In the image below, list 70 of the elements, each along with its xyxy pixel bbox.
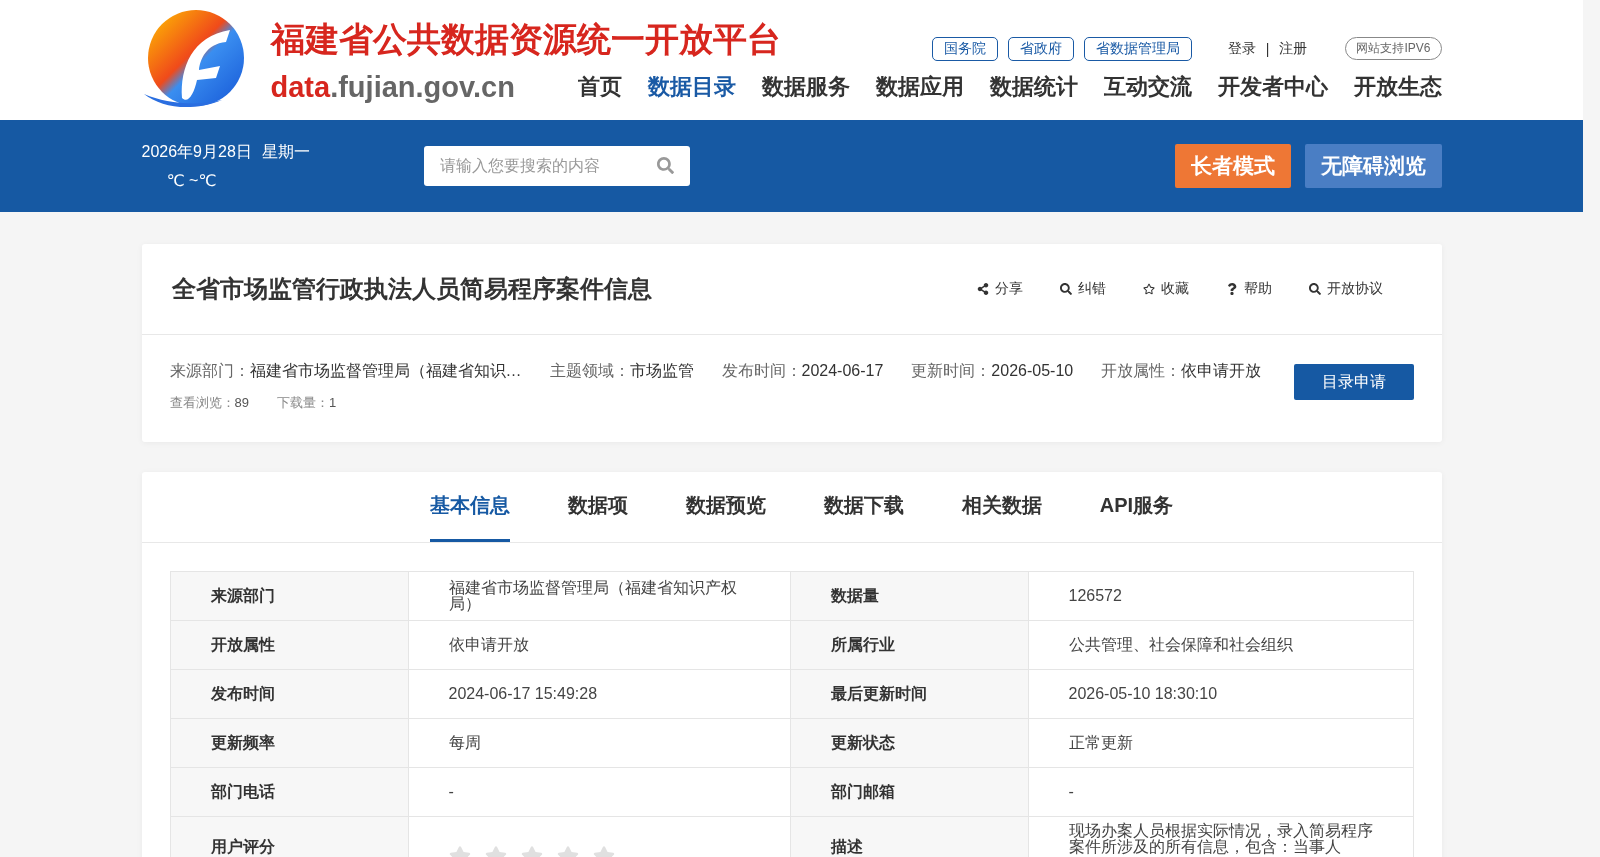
label-cell: 数据量 bbox=[790, 572, 1029, 621]
tab[interactable]: 数据下载 bbox=[823, 472, 904, 542]
tab[interactable]: API服务 bbox=[1099, 472, 1174, 542]
label-cell: 发布时间 bbox=[170, 670, 409, 719]
action-link[interactable]: 收藏 bbox=[1142, 280, 1226, 298]
label-cell: 更新频率 bbox=[170, 719, 409, 768]
label-cell: 最后更新时间 bbox=[790, 670, 1029, 719]
share-icon bbox=[976, 283, 989, 295]
tab[interactable]: 基本信息 bbox=[429, 472, 510, 542]
value-cell: 正常更新 bbox=[1028, 719, 1414, 768]
site-title: 福建省公共数据资源统一开放平台 bbox=[270, 19, 781, 60]
search-icon[interactable] bbox=[656, 157, 674, 174]
value-cell: 现场办案人员根据实际情况，录入简易程序案件所涉及的所有信息，包含：当事人 bbox=[1028, 817, 1414, 857]
value-cell: 公共管理、社会保障和社会组织 bbox=[1028, 621, 1414, 670]
star-icon bbox=[1142, 283, 1155, 295]
stat-text: 下载量：1 bbox=[276, 394, 337, 412]
value-cell: 每周 bbox=[408, 719, 791, 768]
nav-item[interactable]: 开发者中心 bbox=[1217, 72, 1328, 102]
nav-item[interactable]: 首页 bbox=[577, 72, 622, 102]
login-link[interactable]: 登录 bbox=[1227, 39, 1256, 58]
search-icon bbox=[1059, 283, 1072, 295]
tab[interactable]: 相关数据 bbox=[961, 472, 1042, 542]
label-cell: 来源部门 bbox=[170, 572, 409, 621]
weekday-text: 星期一 bbox=[261, 142, 310, 162]
question-icon bbox=[1225, 283, 1238, 295]
separator: | bbox=[1265, 40, 1270, 57]
value-cell: - bbox=[408, 768, 791, 817]
value-cell: 126572 bbox=[1028, 572, 1414, 621]
nav-item[interactable]: 互动交流 bbox=[1103, 72, 1192, 102]
nav-item[interactable]: 数据目录 bbox=[647, 72, 736, 102]
gov-link[interactable]: 国务院 bbox=[931, 36, 998, 61]
tab[interactable]: 数据预览 bbox=[685, 472, 766, 542]
action-link[interactable]: 帮助 bbox=[1225, 280, 1309, 298]
gov-link[interactable]: 省政府 bbox=[1007, 36, 1074, 61]
nav-item[interactable]: 数据服务 bbox=[761, 72, 850, 102]
meta-text: 开放属性：依申请开放 bbox=[1101, 361, 1262, 381]
label-cell: 部门电话 bbox=[170, 768, 409, 817]
label-cell: 描述 bbox=[790, 817, 1029, 857]
temperature-text: ℃ ~℃ bbox=[165, 171, 218, 190]
site-domain: data.fujian.gov.cn bbox=[270, 70, 515, 104]
action-link[interactable]: 开放协议 bbox=[1308, 280, 1392, 298]
value-cell: 依申请开放 bbox=[408, 621, 791, 670]
action-link[interactable]: 分享 bbox=[976, 280, 1060, 298]
meta-text: 发布时间：2024-06-17 bbox=[721, 361, 884, 381]
dataset-title: 全省市场监管行政执法人员简易程序案件信息 bbox=[171, 274, 652, 304]
value-cell: 2026-05-10 18:30:10 bbox=[1028, 670, 1414, 719]
search-icon bbox=[1308, 283, 1321, 295]
meta-text: 来源部门：福建省市场监督管理局（福建省知识… bbox=[169, 361, 522, 381]
accessibility-button[interactable]: 无障碍浏览 bbox=[1304, 144, 1442, 188]
value-cell: 福建省市场监督管理局（福建省知识产权局） bbox=[408, 572, 791, 621]
label-cell: 更新状态 bbox=[790, 719, 1029, 768]
nav-item[interactable]: 数据应用 bbox=[875, 72, 964, 102]
stat-text: 查看浏览：89 bbox=[169, 394, 249, 412]
tab[interactable]: 数据项 bbox=[567, 472, 628, 542]
register-link[interactable]: 注册 bbox=[1279, 39, 1308, 58]
label-cell: 部门邮箱 bbox=[790, 768, 1029, 817]
meta-text: 更新时间：2026-05-10 bbox=[911, 361, 1074, 381]
value-cell: - bbox=[1028, 768, 1414, 817]
value-cell: 2024-06-17 15:49:28 bbox=[408, 670, 791, 719]
label-cell: 所属行业 bbox=[790, 621, 1029, 670]
nav-item[interactable]: 数据统计 bbox=[989, 72, 1078, 102]
search-field[interactable]: 请输入您要搜索的内容 bbox=[423, 146, 690, 186]
gov-link[interactable]: 省数据管理局 bbox=[1083, 36, 1192, 61]
catalog-apply-button[interactable]: 目录申请 bbox=[1293, 364, 1414, 400]
action-link[interactable]: 纠错 bbox=[1059, 280, 1143, 298]
nav-item[interactable]: 开放生态 bbox=[1353, 72, 1442, 102]
date-text: 2026年9月28日 bbox=[141, 142, 252, 162]
meta-text: 主题领域：市场监管 bbox=[549, 361, 694, 381]
label-cell: 开放属性 bbox=[170, 621, 409, 670]
label-cell: 用户评分 bbox=[170, 817, 409, 857]
